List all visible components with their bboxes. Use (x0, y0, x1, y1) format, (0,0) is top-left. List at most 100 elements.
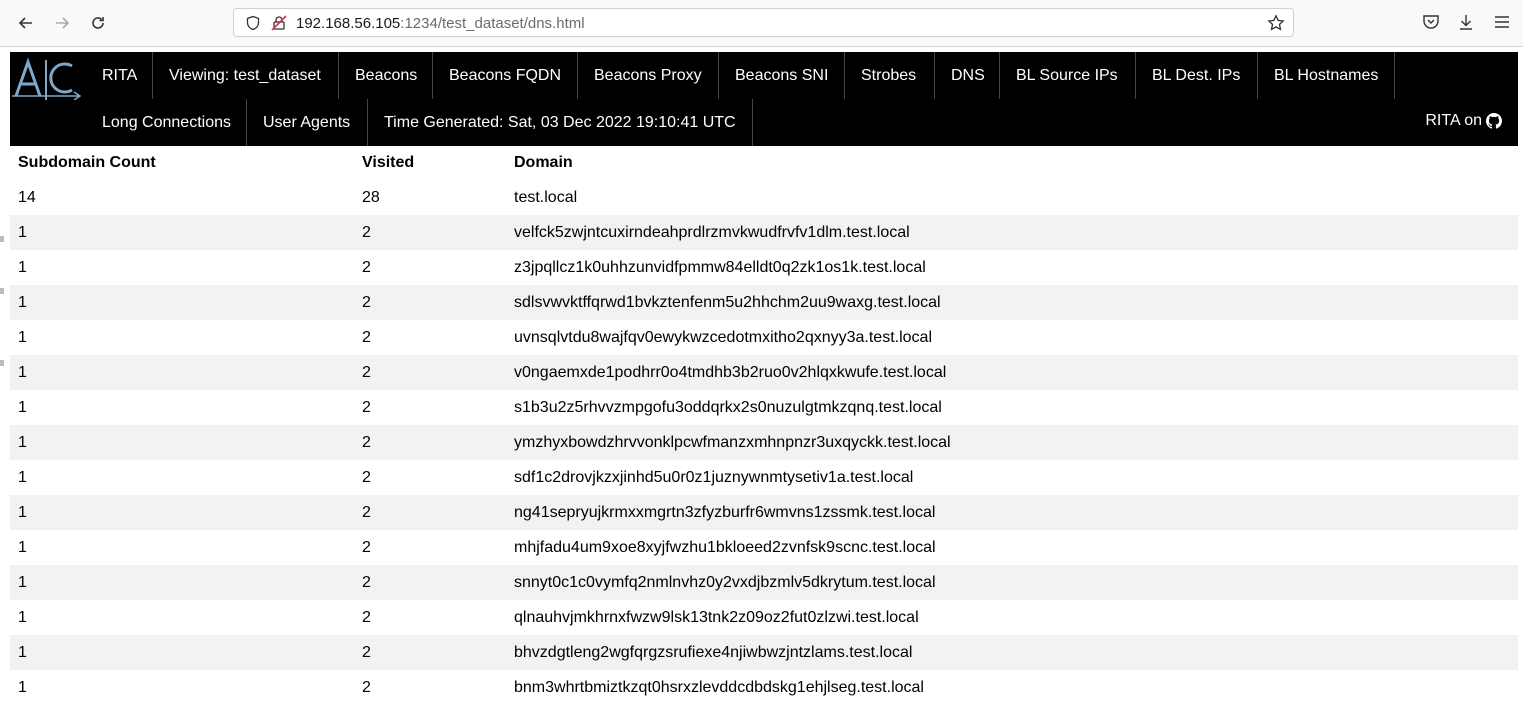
reload-button[interactable] (83, 8, 113, 38)
github-link-label: RITA on (1425, 112, 1482, 129)
cell-domain: z3jpqllcz1k0uhhzunvidfpmmw84elldt0q2zk1o… (514, 258, 926, 276)
cell-visited: 2 (362, 678, 371, 696)
cell-domain: v0ngaemxde1podhrr0o4tmdhb3b2ruo0v2hlqxkw… (506, 355, 1518, 390)
table-row: 1 2 qlnauhvjmkhrnxfwzw9lsk13tnk2z09oz2fut0… (10, 600, 1518, 635)
cell-domain: snnyt0c1c0vymfq2nmlnvhz0y2vxdjbzmlv5dkry… (506, 565, 1518, 600)
cell-domain: test.local (514, 188, 578, 206)
column-header-domain[interactable]: Domain (506, 146, 1518, 180)
back-button[interactable] (11, 8, 41, 38)
cell-subdomain-count: 1 (18, 538, 27, 556)
cell-visited: 2 (362, 328, 371, 346)
nav-bl-dest-ips[interactable]: BL Dest. IPs (1136, 52, 1258, 99)
url-text[interactable]: 192.168.56.105:1234/test_dataset/dns.htm… (296, 15, 585, 32)
table-row: 1 2 sdf1c2drovjkzxjinhd5u0r0z1juznywnmtyse… (10, 460, 1518, 495)
page-edge-mark (0, 288, 4, 294)
nav-beacons-fqdn[interactable]: Beacons FQDN (433, 52, 578, 99)
cell-visited: 2 (354, 425, 506, 460)
nav-bl-source-ips[interactable]: BL Source IPs (1000, 52, 1136, 99)
cell-domain: uvnsqlvtdu8wajfqv0ewykwzcedotmxitho2qxny… (514, 328, 932, 346)
cell-visited: 28 (362, 188, 380, 206)
rita-on-github-link[interactable]: RITA on (1425, 112, 1502, 130)
cell-subdomain-count: 1 (18, 678, 27, 696)
nav-bl-hostnames[interactable]: BL Hostnames (1258, 52, 1395, 99)
address-bar[interactable]: 192.168.56.105:1234/test_dataset/dns.htm… (233, 8, 1294, 37)
nav-long-connections[interactable]: Long Connections (86, 99, 247, 146)
table-row: 14 28 test.local (10, 180, 1518, 215)
cell-domain: bhvzdgtleng2wgfqrgzsrufiexe4njiwbwzjntzl… (506, 635, 1518, 670)
url-host: 192.168.56.105 (296, 15, 401, 32)
browser-toolbar: 192.168.56.105:1234/test_dataset/dns.htm… (0, 0, 1523, 47)
column-header-subdomain-count[interactable]: Subdomain Count (10, 146, 354, 180)
shield-icon[interactable] (245, 15, 261, 31)
arrow-right-icon (56, 17, 70, 29)
cell-domain: velfck5zwjntcuxirndeahprdlrzmvkwudfrvfv1… (506, 215, 1518, 250)
dns-table: Subdomain Count Visited Domain 14 28 test.… (10, 146, 1518, 705)
table-row: 1 2 z3jpqllcz1k0uhhzunvidfpmmw84elldt0q2zk… (10, 250, 1518, 285)
cell-visited: 2 (362, 398, 371, 416)
cell-domain: sdf1c2drovjkzxjinhd5u0r0z1juznywnmtyseti… (514, 468, 914, 486)
table-row: 1 2 ng41sepryujkrmxxmgrtn3zfyzburfr6wmvns1… (10, 495, 1518, 530)
github-icon (1486, 113, 1502, 129)
forward-button[interactable] (47, 8, 77, 38)
cell-subdomain-count: 1 (10, 355, 354, 390)
nav-user-agents[interactable]: User Agents (247, 99, 368, 146)
menu-icon[interactable] (1492, 12, 1512, 32)
cell-subdomain-count: 1 (18, 398, 27, 416)
cell-domain: bnm3whrtbmiztkzqt0hsrxzlevddcdbdskg1ehjl… (514, 678, 924, 696)
table-row: 1 2 velfck5zwjntcuxirndeahprdlrzmvkwudfrvf… (10, 215, 1518, 250)
downloads-icon[interactable] (1456, 12, 1476, 32)
table-row: 1 2 sdlsvwvktffqrwd1bvkztenfenm5u2hhchm2uu… (10, 285, 1518, 320)
table-row: 1 2 bhvzdgtleng2wgfqrgzsrufiexe4njiwbwzjnt… (10, 635, 1518, 670)
reload-icon (92, 17, 104, 29)
column-header-visited[interactable]: Visited (354, 146, 506, 180)
table-body: 14 28 test.local 1 2 velfck5zwjntcuxirndeahpr… (10, 180, 1518, 705)
cell-visited: 2 (354, 635, 506, 670)
arrow-left-icon (18, 17, 32, 29)
cell-visited: 2 (354, 495, 506, 530)
url-path: :1234/test_dataset/dns.html (400, 15, 585, 32)
table-row: 1 2 bnm3whrtbmiztkzqt0hsrxzlevddcdbdskg1eh… (10, 670, 1518, 705)
table-row: 1 2 mhjfadu4um9xoe8xyjfwzhu1bkloeed2zvnfsk… (10, 530, 1518, 565)
cell-domain: mhjfadu4um9xoe8xyjfwzhu1bkloeed2zvnfsk9s… (514, 538, 936, 556)
ac-logo-icon[interactable] (10, 56, 86, 100)
page-edge-mark (0, 360, 4, 366)
page-edge-mark (0, 236, 4, 242)
pocket-icon[interactable] (1421, 12, 1441, 32)
nav-beacons-sni[interactable]: Beacons SNI (719, 52, 845, 99)
cell-visited: 2 (354, 355, 506, 390)
cell-visited: 2 (354, 565, 506, 600)
cell-subdomain-count: 1 (10, 635, 354, 670)
cell-subdomain-count: 1 (10, 495, 354, 530)
cell-subdomain-count: 1 (18, 328, 27, 346)
cell-domain: s1b3u2z5rhvvzmpgofu3oddqrkx2s0nuzulgtmkz… (514, 398, 942, 416)
top-navigation: RITA Viewing: test_dataset Beacons Beaco… (10, 52, 1518, 146)
cell-visited: 2 (354, 215, 506, 250)
cell-visited: 2 (362, 258, 371, 276)
time-generated: Time Generated: Sat, 03 Dec 2022 19:10:4… (368, 99, 753, 146)
cell-subdomain-count: 1 (10, 565, 354, 600)
cell-subdomain-count: 14 (18, 188, 36, 206)
table-header-row: Subdomain Count Visited Domain (10, 146, 1518, 180)
nav-viewing-dataset[interactable]: Viewing: test_dataset (153, 52, 339, 99)
cell-visited: 2 (354, 285, 506, 320)
bookmark-star-icon[interactable] (1267, 14, 1285, 32)
nav-rita[interactable]: RITA (86, 52, 153, 99)
nav-dns[interactable]: DNS (935, 52, 1000, 99)
table-row: 1 2 snnyt0c1c0vymfq2nmlnvhz0y2vxdjbzmlv5dk… (10, 565, 1518, 600)
cell-domain: ng41sepryujkrmxxmgrtn3zfyzburfr6wmvns1zs… (506, 495, 1518, 530)
table-row: 1 2 uvnsqlvtdu8wajfqv0ewykwzcedotmxitho2qx… (10, 320, 1518, 355)
cell-subdomain-count: 1 (10, 215, 354, 250)
nav-strobes[interactable]: Strobes (845, 52, 935, 99)
cell-domain: sdlsvwvktffqrwd1bvkztenfenm5u2hhchm2uu9w… (506, 285, 1518, 320)
cell-visited: 2 (362, 468, 371, 486)
nav-beacons-proxy[interactable]: Beacons Proxy (578, 52, 719, 99)
cell-subdomain-count: 1 (10, 285, 354, 320)
cell-domain: qlnauhvjmkhrnxfwzw9lsk13tnk2z09oz2fut0zl… (514, 608, 919, 626)
insecure-lock-icon[interactable] (271, 15, 287, 31)
page-content: RITA Viewing: test_dataset Beacons Beaco… (10, 52, 1518, 705)
cell-subdomain-count: 1 (10, 425, 354, 460)
nav-beacons[interactable]: Beacons (339, 52, 433, 99)
cell-domain: ymzhyxbowdzhrvvonklpcwfmanzxmhnpnzr3uxqy… (506, 425, 1518, 460)
table-row: 1 2 v0ngaemxde1podhrr0o4tmdhb3b2ruo0v2hlqx… (10, 355, 1518, 390)
cell-subdomain-count: 1 (18, 608, 27, 626)
